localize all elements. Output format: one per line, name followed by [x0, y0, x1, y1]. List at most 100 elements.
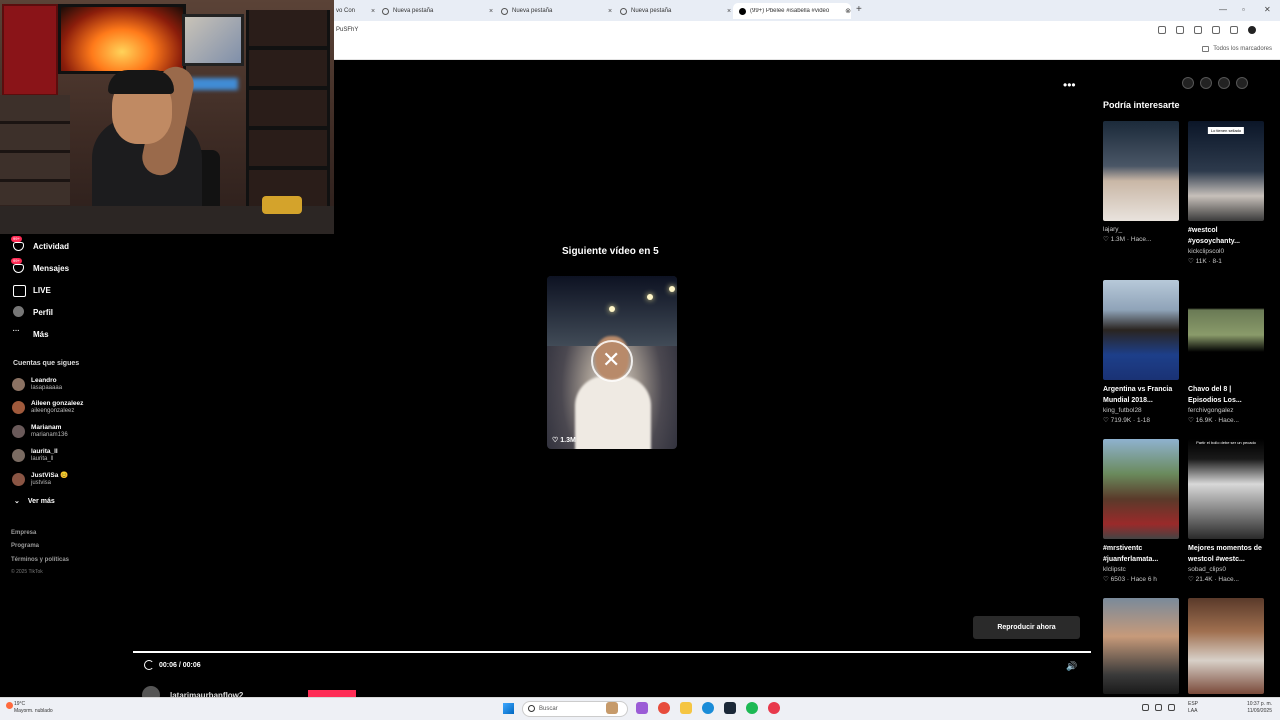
recommended-video[interactable]: Partir el bollo debe ser un pecado Mejor…: [1188, 439, 1264, 585]
following-account[interactable]: laurita_ll laurita_ll: [12, 445, 58, 465]
url-field[interactable]: PuSFhY: [336, 27, 358, 33]
steam-icon[interactable]: [724, 702, 736, 714]
profile-icon[interactable]: [1236, 77, 1248, 89]
install-icon[interactable]: [1158, 26, 1166, 34]
avatar: [12, 400, 25, 414]
clock-date: 11/09/2025: [1247, 708, 1272, 714]
tab-3[interactable]: Nueva pestaña ×: [495, 3, 613, 19]
footer-link-terms[interactable]: Términos y políticas: [11, 557, 69, 563]
video-thumbnail: Lo tienen sellado: [1188, 121, 1264, 221]
close-tab-icon[interactable]: ×: [726, 8, 732, 15]
copyright: © 2025 TikTok: [11, 569, 43, 575]
download-icon[interactable]: [1218, 77, 1230, 89]
taskbar-app-icon[interactable]: [606, 702, 618, 714]
menu-icon[interactable]: ⋮: [1266, 26, 1280, 45]
recommended-video[interactable]: [1103, 598, 1179, 694]
new-tab-button[interactable]: +: [856, 4, 862, 15]
footer-link-program[interactable]: Programa: [11, 543, 39, 549]
see-more-button[interactable]: ⌄ Ver más: [14, 497, 55, 506]
following-account[interactable]: JustViSa 😊 justvisa: [12, 469, 68, 489]
tab-4[interactable]: Nueva pestaña ×: [614, 3, 732, 19]
account-name: laurita_ll: [31, 447, 58, 455]
close-window-button[interactable]: ✕: [1264, 5, 1271, 14]
globe-icon: [382, 7, 389, 15]
next-video-thumbnail[interactable]: ✕ ♡ 1.3M: [547, 276, 677, 449]
close-tab-icon[interactable]: ⊗: [845, 7, 851, 15]
profile-icon[interactable]: [1248, 26, 1256, 34]
star-icon[interactable]: [1194, 26, 1202, 34]
play-now-button[interactable]: Reproducir ahora: [973, 616, 1080, 639]
taskbar: 19°C Mayorm. nublado Buscar ESP LAA 10:3…: [0, 697, 1280, 720]
live-icon: [12, 284, 26, 297]
copilot-icon[interactable]: [636, 702, 648, 714]
nav-item-profile[interactable]: Perfil: [12, 304, 53, 320]
recommended-video[interactable]: [1188, 598, 1264, 694]
minimize-button[interactable]: —: [1219, 5, 1227, 14]
close-tab-icon[interactable]: ×: [607, 8, 613, 15]
video-author: klclipstc: [1103, 566, 1126, 573]
app-icon[interactable]: [768, 702, 780, 714]
all-bookmarks[interactable]: Todos los marcadores: [1202, 46, 1272, 52]
tab-label: (99+) Pbelee #isabella #video: [750, 8, 830, 14]
video-progress-bar[interactable]: [133, 651, 1091, 653]
weather-widget[interactable]: 19°C Mayorm. nublado: [14, 701, 53, 715]
tab-1[interactable]: vo Con ×: [330, 3, 376, 19]
chevron-up-icon[interactable]: [1142, 704, 1149, 711]
following-title: Cuentas que sigues: [13, 360, 80, 367]
recommended-video[interactable]: Lo tienen sellado #westcol #yosoychanty.…: [1188, 121, 1264, 267]
tab-active-tiktok[interactable]: (99+) Pbelee #isabella #video ⊗: [733, 3, 851, 19]
following-account[interactable]: Aileen gonzaleez aileengonzaleez: [12, 397, 83, 417]
network-icon[interactable]: [1155, 704, 1162, 711]
language-indicator[interactable]: ESP LAA: [1188, 701, 1198, 715]
more-options-icon[interactable]: •••: [1063, 78, 1076, 92]
tab-2[interactable]: Nueva pestaña ×: [376, 3, 494, 19]
file-explorer-icon[interactable]: [680, 702, 692, 714]
likes-count: 1.3M: [560, 437, 576, 444]
system-tray: [1142, 704, 1175, 711]
account-name: Aileen gonzaleez: [31, 399, 84, 407]
avatar: [12, 377, 25, 391]
volume-icon[interactable]: 🔊: [1066, 661, 1077, 672]
maximize-button[interactable]: ▫: [1242, 5, 1245, 14]
notification-badge: 99+: [11, 258, 22, 264]
weather-icon: [6, 702, 13, 709]
following-account[interactable]: Leandro lasapaaaaa: [12, 374, 62, 394]
recommended-video[interactable]: lajary_ ♡ 1.3M · Hace...: [1103, 121, 1179, 245]
video-title: Chavo del 8 | Episodios Los...: [1188, 386, 1242, 404]
following-account[interactable]: Marianam marianam136: [12, 421, 68, 441]
phone-icon[interactable]: [1200, 77, 1212, 89]
close-tab-icon[interactable]: ×: [488, 8, 494, 15]
translate-icon[interactable]: [1176, 26, 1184, 34]
clock[interactable]: 10:37 p. m. 11/09/2025: [1247, 701, 1272, 715]
edge-icon[interactable]: [702, 702, 714, 714]
account-name: Leandro: [31, 376, 57, 384]
settings-icon[interactable]: [1168, 704, 1175, 711]
extensions-icon[interactable]: [1212, 26, 1220, 34]
downloads-icon[interactable]: [1230, 26, 1238, 34]
recommended-video[interactable]: Chavo del 8 | Episodios Los... ferchivgo…: [1188, 280, 1264, 426]
recommendations-title: Podría interesarte: [1103, 100, 1180, 110]
spotify-icon[interactable]: [746, 702, 758, 714]
nav-item-live[interactable]: LIVE: [12, 282, 51, 298]
video-author: kickclipscol0: [1188, 248, 1225, 255]
video-author: sobad_clips0: [1188, 566, 1226, 573]
nav-item-activity[interactable]: 99+ Actividad: [11, 236, 69, 254]
video-thumbnail: [1188, 598, 1264, 694]
nav-label: Mensajes: [33, 263, 70, 273]
footer-link-company[interactable]: Empresa: [11, 530, 36, 536]
layout-code: LAA: [1188, 708, 1198, 714]
nav-item-more[interactable]: ··· Más: [12, 326, 49, 342]
next-video-label: Siguiente vídeo en 5: [562, 246, 659, 257]
recommended-video[interactable]: Argentina vs Francia Mundial 2018... kin…: [1103, 280, 1179, 426]
chrome-icon[interactable]: [658, 702, 670, 714]
replay-icon[interactable]: [144, 660, 154, 670]
windows-start-icon[interactable]: [503, 703, 514, 714]
recommended-video[interactable]: #mrstiventc #juanferlamata... klclipstc …: [1103, 439, 1179, 585]
avatar: [12, 472, 25, 486]
video-meta: ♡ 16.9K · Hace...: [1188, 417, 1239, 424]
settings-icon[interactable]: [1182, 77, 1194, 89]
tab-label: Nueva pestaña: [512, 8, 553, 14]
nav-item-messages[interactable]: 99+ Mensajes: [11, 258, 70, 276]
cancel-autoplay-icon[interactable]: ✕: [602, 347, 620, 373]
clock-time: 10:37 p. m.: [1246, 701, 1272, 707]
